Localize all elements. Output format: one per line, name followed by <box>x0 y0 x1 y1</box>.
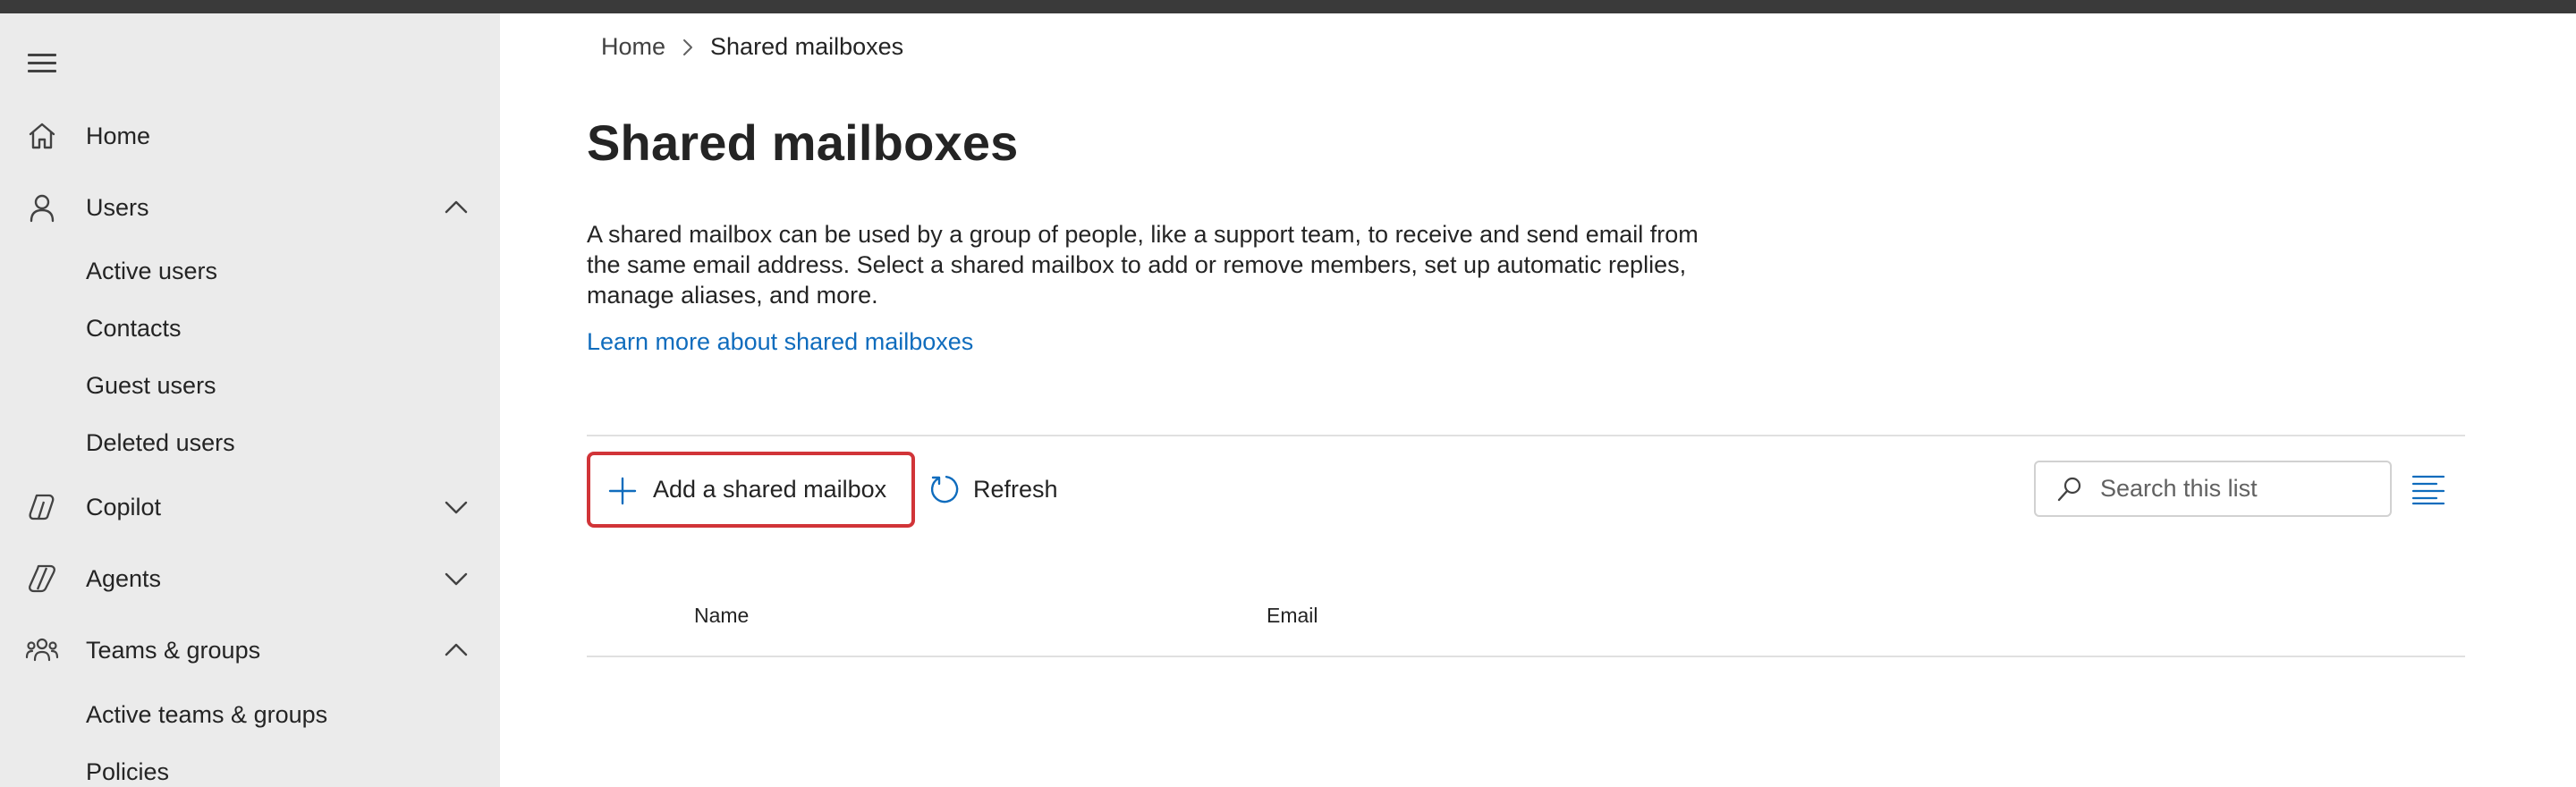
breadcrumb-current: Shared mailboxes <box>710 33 904 60</box>
search-icon <box>2057 477 2081 502</box>
sidebar-item-label: Active users <box>86 257 218 284</box>
breadcrumb: Home Shared mailboxes <box>601 33 903 61</box>
sidebar-item-active-teams-groups[interactable]: Active teams & groups <box>0 690 500 740</box>
page-title: Shared mailboxes <box>587 114 1019 171</box>
chevron-up-icon <box>442 636 470 664</box>
sidebar-item-policies[interactable]: Policies <box>0 747 500 787</box>
refresh-button[interactable]: Refresh <box>928 452 1080 528</box>
learn-more-link[interactable]: Learn more about shared mailboxes <box>587 328 973 356</box>
add-shared-mailbox-label: Add a shared mailbox <box>653 476 887 503</box>
sidebar-item-label: Home <box>86 122 151 149</box>
sidebar-item-deleted-users[interactable]: Deleted users <box>0 418 500 468</box>
sidebar-item-label: Users <box>86 193 149 221</box>
person-icon <box>24 190 60 225</box>
sidebar-item-label: Teams & groups <box>86 636 261 664</box>
sidebar-item-teams-groups[interactable]: Teams & groups <box>0 622 500 679</box>
chevron-up-icon <box>442 193 470 222</box>
breadcrumb-home-link[interactable]: Home <box>601 33 665 61</box>
sidebar-item-agents[interactable]: Agents <box>0 550 500 607</box>
list-view-icon <box>2411 475 2445 505</box>
sidebar-item-label: Contacts <box>86 314 182 342</box>
chevron-down-icon <box>442 493 470 521</box>
main-content: Home Shared mailboxes Shared mailboxes A… <box>500 13 2576 787</box>
search-placeholder: Search this list <box>2100 475 2258 502</box>
sidebar-item-label: Copilot <box>86 493 162 520</box>
people-team-icon <box>24 632 60 668</box>
divider <box>587 435 2465 436</box>
sidebar-item-label: Policies <box>86 757 170 785</box>
sidebar-item-label: Deleted users <box>86 428 235 456</box>
sidebar-item-label: Guest users <box>86 371 216 399</box>
sidebar-item-guest-users[interactable]: Guest users <box>0 360 500 410</box>
home-icon <box>24 118 60 154</box>
sidebar-item-users[interactable]: Users <box>0 179 500 236</box>
agents-icon <box>24 561 60 597</box>
sidebar-item-copilot[interactable]: Copilot <box>0 478 500 536</box>
view-options-button[interactable] <box>2410 470 2447 507</box>
hamburger-icon[interactable] <box>28 51 58 76</box>
window-top-bar <box>0 0 2576 13</box>
sidebar-item-active-users[interactable]: Active users <box>0 246 500 296</box>
sidebar-item-home[interactable]: Home <box>0 107 500 165</box>
refresh-label: Refresh <box>973 476 1058 503</box>
command-bar: Add a shared mailbox Refresh Search this… <box>587 452 2465 537</box>
sidebar-nav: Home Users Active users Contacts Guest u… <box>0 13 500 787</box>
sidebar-item-label: Active teams & groups <box>86 700 328 728</box>
table-header-divider <box>587 656 2465 657</box>
column-header-email[interactable]: Email <box>1267 604 1318 628</box>
chevron-down-icon <box>442 564 470 593</box>
page-description: A shared mailbox can be used by a group … <box>587 221 1699 309</box>
add-shared-mailbox-button[interactable]: Add a shared mailbox <box>587 452 915 528</box>
column-header-name[interactable]: Name <box>694 604 749 628</box>
sidebar-item-label: Agents <box>86 564 162 592</box>
chevron-right-icon <box>683 38 693 55</box>
copilot-icon <box>24 489 60 525</box>
search-input[interactable]: Search this list <box>2034 461 2392 517</box>
refresh-icon <box>930 476 959 504</box>
plus-icon <box>608 477 637 505</box>
sidebar-item-contacts[interactable]: Contacts <box>0 303 500 353</box>
